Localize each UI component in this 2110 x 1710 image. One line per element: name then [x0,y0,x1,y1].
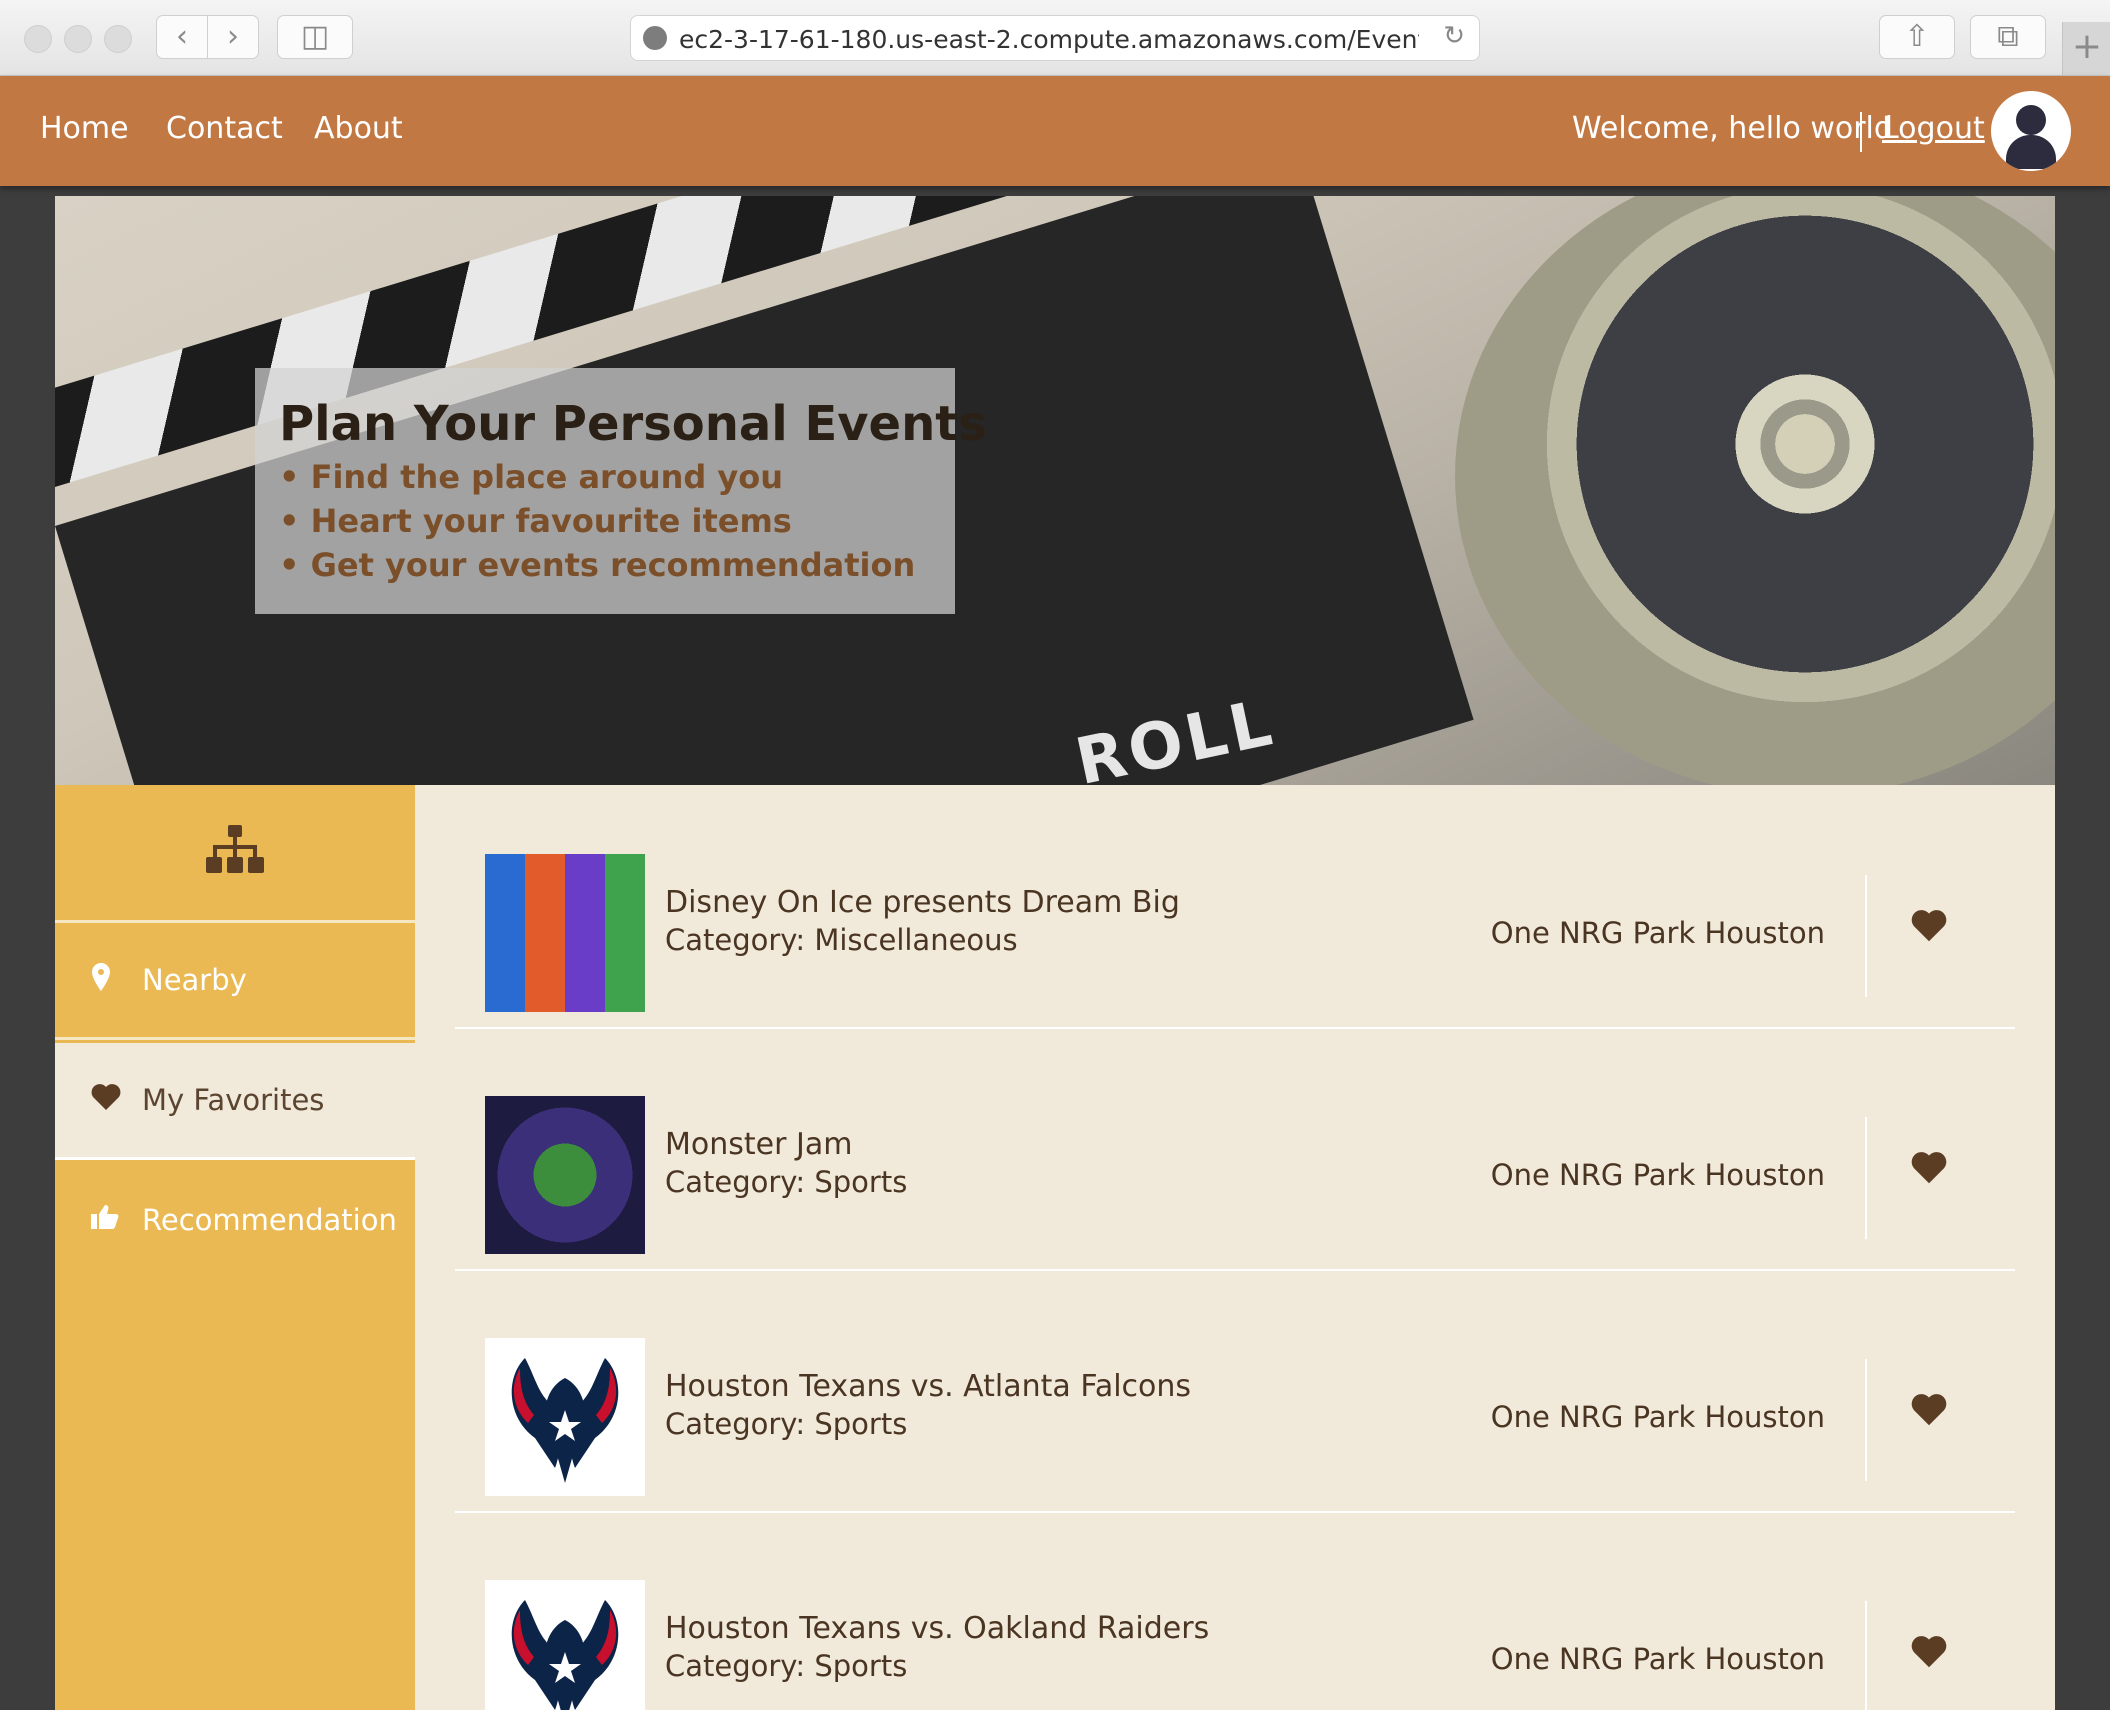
list-item[interactable]: Monster Jam Category: Sports One NRG Par… [455,1027,2015,1271]
event-address: One NRG Park Houston [1490,1400,1825,1434]
browser-toolbar: ‹ › ◫ ec2-3-17-61-180.us-east-2.compute.… [0,0,2110,76]
welcome-message: Welcome, hello world [1572,111,1893,146]
event-thumbnail [485,1338,645,1496]
hero-bullet: • Heart your favourite items [279,502,792,540]
event-thumbnail [485,1580,645,1710]
top-nav: Home Contact About Welcome, hello world … [0,76,2110,186]
sidebar-item-label: Nearby [142,963,247,997]
list-item[interactable]: Disney On Ice presents Dream Big Categor… [455,785,2015,1029]
event-address: One NRG Park Houston [1490,1158,1825,1192]
film-reel-image [1455,196,2055,785]
logout-link[interactable]: Logout [1882,111,1985,146]
favorite-heart-icon[interactable] [1911,1149,1947,1185]
sidebar-item-recommendation[interactable]: Recommendation [55,1163,415,1280]
list-item[interactable]: Houston Texans vs. Oakland Raiders Categ… [455,1511,2015,1710]
sidebar-toggle-button[interactable]: ◫ [277,15,353,59]
hero-bullet: • Get your events recommendation [279,546,916,584]
avatar[interactable] [1991,91,2071,171]
sidebar: Nearby My Favorites Recommendation [55,785,415,1710]
nav-home-link[interactable]: Home [40,111,129,146]
favorite-heart-icon[interactable] [1911,907,1947,943]
list-item[interactable]: Houston Texans vs. Atlanta Falcons Categ… [455,1269,2015,1513]
zoom-window-button[interactable] [104,25,132,53]
favorite-heart-icon[interactable] [1911,1633,1947,1669]
hero-banner: ROLL Plan Your Personal Events • Find th… [55,196,2055,785]
event-category: Category: Sports [665,1407,908,1441]
sidebar-item-nearby[interactable]: Nearby [55,923,415,1040]
favorite-heart-icon[interactable] [1911,1391,1947,1427]
share-button[interactable]: ⇧ [1879,15,1955,59]
hero-title: Plan Your Personal Events [279,396,987,452]
event-address: One NRG Park Houston [1490,916,1825,950]
nav-about-link[interactable]: About [314,111,403,146]
close-window-button[interactable] [24,25,52,53]
sidebar-header [55,785,415,923]
event-title[interactable]: Monster Jam [665,1127,852,1162]
tabs-overview-button[interactable]: ⧉ [1970,15,2046,59]
event-thumbnail [485,1096,645,1254]
nav-contact-link[interactable]: Contact [166,111,283,146]
event-thumbnail [485,854,645,1012]
texans-logo-icon [511,1358,619,1483]
nav-divider [1860,112,1862,152]
forward-button[interactable]: › [207,15,259,59]
globe-icon [643,26,667,50]
minimize-window-button[interactable] [64,25,92,53]
sidebar-item-label: My Favorites [142,1083,325,1117]
event-category: Category: Sports [665,1165,908,1199]
back-button[interactable]: ‹ [156,15,208,59]
sidebar-item-my-favorites[interactable]: My Favorites [55,1043,415,1160]
event-category: Category: Miscellaneous [665,923,1018,957]
map-pin-icon [91,963,111,998]
event-title[interactable]: Houston Texans vs. Oakland Raiders [665,1611,1209,1646]
hero-caption: Plan Your Personal Events • Find the pla… [255,368,987,614]
thumbs-up-icon [91,1203,119,1236]
sitemap-icon [206,825,264,873]
address-bar[interactable]: ec2-3-17-61-180.us-east-2.compute.amazon… [630,15,1480,61]
page-content: ROLL Plan Your Personal Events • Find th… [55,196,2055,1710]
new-tab-button[interactable]: + [2062,22,2110,75]
sidebar-item-label: Recommendation [142,1203,397,1237]
reload-icon[interactable]: ↻ [1443,21,1465,51]
event-address: One NRG Park Houston [1490,1642,1825,1676]
hero-bullet: • Find the place around you [279,458,784,496]
url-text: ec2-3-17-61-180.us-east-2.compute.amazon… [679,25,1419,54]
event-title[interactable]: Houston Texans vs. Atlanta Falcons [665,1369,1191,1404]
texans-logo-icon [511,1600,619,1710]
event-category: Category: Sports [665,1649,908,1683]
heart-icon [91,1083,121,1117]
event-title[interactable]: Disney On Ice presents Dream Big [665,885,1180,920]
